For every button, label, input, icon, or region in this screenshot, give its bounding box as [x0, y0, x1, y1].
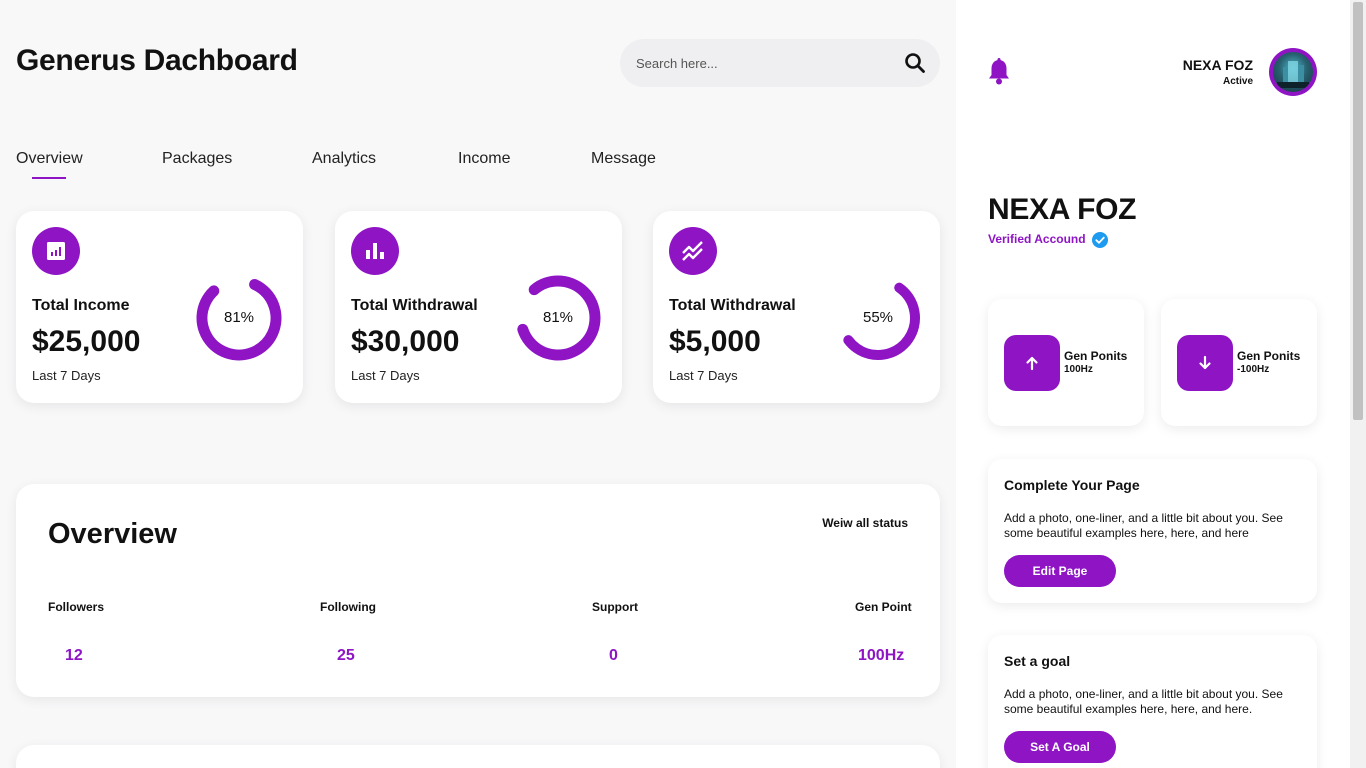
stat-label: Total Withdrawal	[669, 297, 796, 314]
stat-value-gen-point: 100Hz	[858, 647, 905, 664]
set-goal-text: Add a photo, one-liner, and a little bit…	[1004, 687, 1283, 716]
bar-chart-icon	[351, 227, 399, 275]
stat-header-support: Support	[592, 600, 638, 614]
stat-period: Last 7 Days	[669, 368, 738, 383]
set-goal-card: Set a goal Add a photo, one-liner, and a…	[988, 635, 1317, 768]
avatar[interactable]	[1269, 48, 1317, 96]
gen-points-value: -100Hz	[1237, 364, 1270, 375]
scrollbar[interactable]	[1350, 0, 1366, 768]
avatar-image	[1273, 52, 1313, 92]
tab-packages[interactable]: Packages	[162, 150, 232, 168]
progress-donut: 55%	[833, 273, 923, 363]
tab-message[interactable]: Message	[591, 150, 656, 168]
verified-badge-icon	[1091, 232, 1108, 248]
view-all-status-link[interactable]: Weiw all status	[822, 516, 908, 530]
progress-percent: 55%	[862, 309, 894, 326]
complete-page-card: Complete Your Page Add a photo, one-line…	[988, 459, 1317, 603]
progress-percent: 81%	[223, 309, 255, 326]
stat-period: Last 7 Days	[351, 368, 420, 383]
stat-value-following: 25	[337, 647, 355, 664]
complete-page-title: Complete Your Page	[1004, 477, 1140, 493]
report-chart-icon	[32, 227, 80, 275]
stat-header-following: Following	[320, 600, 376, 614]
main-content: Generus Dachboard Overview Packages Anal…	[0, 0, 956, 768]
stat-amount: $5,000	[669, 325, 761, 358]
gen-points-value: 100Hz	[1064, 364, 1093, 375]
scrollbar-thumb[interactable]	[1353, 2, 1363, 420]
verified-label: Verified Accound	[988, 232, 1086, 247]
stat-label: Total Withdrawal	[351, 297, 478, 314]
arrow-down-button[interactable]	[1177, 335, 1233, 391]
next-section-card	[16, 745, 940, 768]
search-icon[interactable]	[904, 52, 926, 74]
user-status: Active	[1222, 76, 1253, 87]
arrow-up-icon	[1026, 356, 1038, 371]
stat-label: Total Income	[32, 297, 130, 314]
stat-value-support: 0	[609, 647, 618, 664]
trending-icon	[669, 227, 717, 275]
edit-page-button[interactable]: Edit Page	[1004, 555, 1116, 587]
tab-overview[interactable]: Overview	[16, 150, 83, 179]
overview-title: Overview	[48, 518, 177, 550]
stat-header-gen-point: Gen Point	[855, 600, 912, 614]
set-goal-button[interactable]: Set A Goal	[1004, 731, 1116, 763]
page-title: Generus Dachboard	[16, 44, 298, 77]
arrow-up-button[interactable]	[1004, 335, 1060, 391]
stat-value-followers: 12	[65, 647, 83, 664]
gen-points-title: Gen Ponits	[1237, 349, 1301, 363]
profile-name: NEXA FOZ	[988, 193, 1137, 226]
stat-period: Last 7 Days	[32, 368, 101, 383]
progress-donut: 81%	[513, 273, 603, 363]
user-name: NEXA FOZ	[1182, 57, 1253, 73]
complete-page-text: Add a photo, one-liner, and a little bit…	[1004, 511, 1283, 540]
progress-percent: 81%	[542, 309, 574, 326]
stat-card-total-withdrawal: Total Withdrawal $30,000 Last 7 Days 81%	[335, 211, 622, 403]
tab-income[interactable]: Income	[458, 150, 510, 168]
gen-points-card-up: Gen Ponits 100Hz	[988, 299, 1144, 426]
gen-points-card-down: Gen Ponits -100Hz	[1161, 299, 1317, 426]
tab-analytics[interactable]: Analytics	[312, 150, 376, 168]
search-input[interactable]	[636, 53, 886, 73]
stat-amount: $30,000	[351, 325, 460, 358]
set-goal-title: Set a goal	[1004, 653, 1071, 669]
gen-points-title: Gen Ponits	[1064, 349, 1128, 363]
verified-account: Verified Accound	[988, 232, 1108, 248]
bell-icon[interactable]	[987, 58, 1011, 86]
stat-card-total-income: Total Income $25,000 Last 7 Days 81%	[16, 211, 303, 403]
stat-amount: $25,000	[32, 325, 141, 358]
arrow-down-icon	[1199, 355, 1211, 370]
stat-header-followers: Followers	[48, 600, 105, 614]
overview-card: Overview Weiw all status Followers 12 Fo…	[16, 484, 940, 697]
search-bar	[620, 39, 940, 87]
stat-card-total-withdrawal-2: Total Withdrawal $5,000 Last 7 Days 55%	[653, 211, 940, 403]
progress-donut: 81%	[194, 273, 284, 363]
